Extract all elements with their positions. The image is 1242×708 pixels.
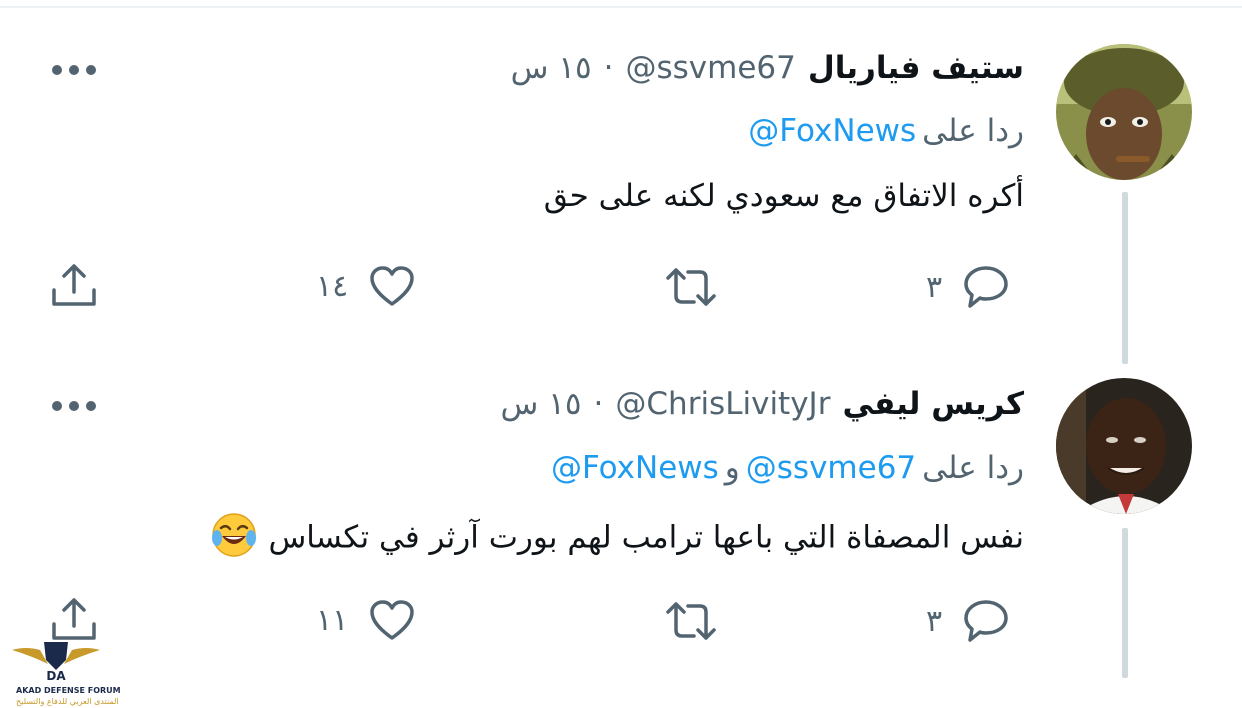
user-handle[interactable]: @ssvme67 [626, 50, 796, 86]
tweet-text-content: أكره الاتفاق مع سعودي لكنه على حق [543, 178, 1024, 214]
svg-text:DA: DA [46, 669, 66, 683]
tweet-header: كريس ليفي @ChrisLivityJr · ١٥ س [501, 386, 1024, 422]
tweet-text-content: نفس المصفاة التي باعها ترامب لهم بورت آر… [268, 519, 1024, 556]
reply-icon [964, 600, 1008, 642]
user-handle[interactable]: @ChrisLivityJr [615, 386, 830, 422]
mention-link[interactable]: @ssvme67 [746, 450, 916, 486]
more-dots-icon[interactable] [52, 65, 96, 75]
reply-count: ٣ [926, 269, 943, 305]
avatar[interactable] [1056, 44, 1192, 180]
like-button[interactable]: ١١ [316, 598, 416, 642]
separator-dot: · [593, 386, 604, 422]
reply-context: ردا على @FoxNews [748, 113, 1024, 149]
like-button[interactable]: ١٤ [316, 264, 416, 308]
mention-link[interactable]: @FoxNews [748, 113, 916, 149]
retweet-icon [666, 602, 716, 640]
retweet-icon [666, 268, 716, 306]
share-button[interactable] [50, 262, 98, 308]
watermark-text-ar: المنتدى العربي للدفاع والتسليح [16, 697, 119, 706]
reply-count: ٣ [926, 603, 943, 639]
thread-connector [1122, 528, 1128, 678]
watermark-text-en: AKAD DEFENSE FORUM [16, 686, 121, 695]
reply-icon [964, 266, 1008, 308]
mention-link[interactable]: @FoxNews [551, 450, 719, 486]
thread-connector [1122, 192, 1128, 364]
tweet-text: أكره الاتفاق مع سعودي لكنه على حق [544, 178, 1024, 214]
heart-icon [370, 266, 414, 306]
like-count: ١١ [316, 602, 349, 638]
display-name[interactable]: ستيف فياريال [808, 50, 1024, 86]
tweet-text: نفس المصفاة التي باعها ترامب لهم بورت آر… [211, 512, 1024, 566]
reply-prefix: ردا على [922, 113, 1024, 149]
laughing-tears-emoji [211, 512, 257, 566]
heart-icon [370, 600, 414, 640]
avatar[interactable] [1056, 378, 1192, 514]
separator-dot: · [603, 50, 614, 86]
like-count: ١٤ [316, 268, 349, 304]
more-dots-icon[interactable] [52, 401, 96, 411]
timestamp[interactable]: ١٥ س [501, 386, 582, 422]
display-name[interactable]: كريس ليفي [842, 386, 1024, 422]
conjunction: و [724, 450, 740, 486]
reply-prefix: ردا على [922, 450, 1024, 486]
timestamp[interactable]: ١٥ س [511, 50, 592, 86]
reply-context: ردا على @ssvme67 و @FoxNews [551, 450, 1024, 486]
reply-button[interactable]: ٣ [926, 264, 1010, 310]
tweet-header: ستيف فياريال @ssvme67 · ١٥ س [511, 50, 1024, 86]
reply-button[interactable]: ٣ [926, 598, 1010, 644]
retweet-button[interactable] [664, 266, 718, 308]
top-divider [0, 6, 1242, 8]
share-icon [52, 264, 96, 306]
retweet-button[interactable] [664, 600, 718, 642]
